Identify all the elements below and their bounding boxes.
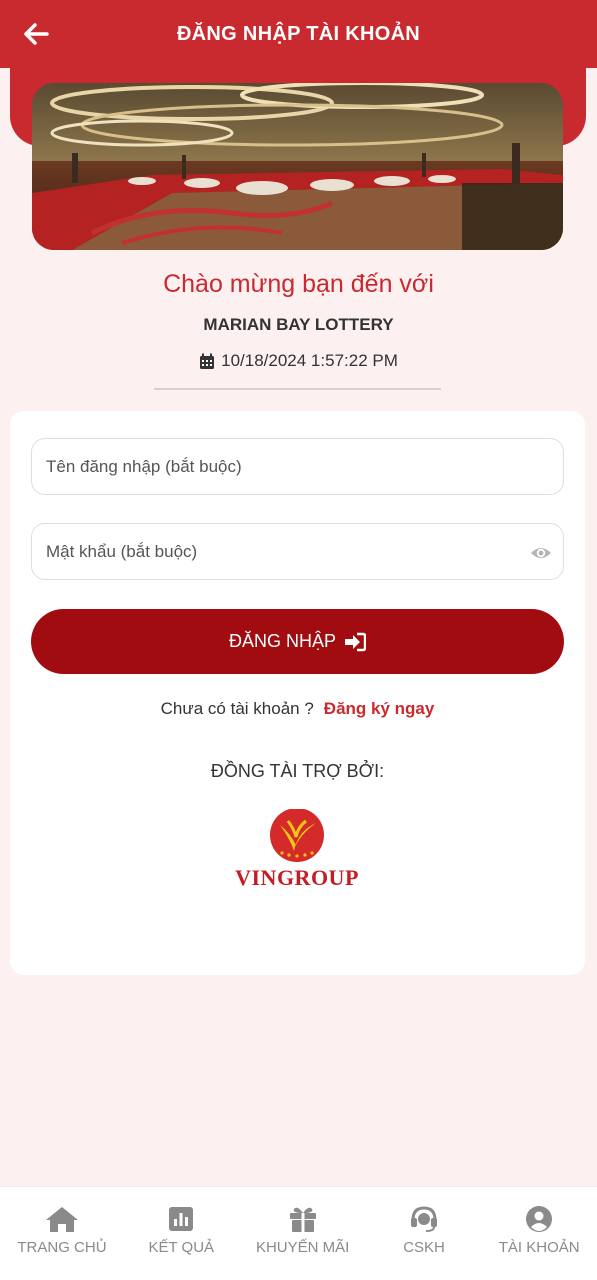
back-button[interactable]	[20, 20, 52, 48]
eye-icon[interactable]	[530, 542, 552, 564]
nav-support[interactable]: CSKH	[384, 1205, 464, 1256]
arrow-left-icon	[24, 23, 49, 45]
nav-home[interactable]: TRANG CHỦ	[17, 1205, 107, 1256]
banner-image	[32, 83, 563, 250]
username-input[interactable]	[46, 456, 516, 477]
datetime-row: 10/18/2024 1:57:22 PM	[0, 351, 597, 371]
chart-icon	[169, 1207, 194, 1231]
nav-label-account: TÀI KHOẢN	[498, 1239, 580, 1256]
register-row: Chưa có tài khoản ? Đăng ký ngay	[10, 699, 585, 719]
vingroup-logo: VINGROUP	[232, 808, 362, 890]
register-link[interactable]: Đăng ký ngay	[324, 699, 435, 718]
sponsor-title: ĐỒNG TÀI TRỢ BỞI:	[210, 761, 385, 781]
gift-icon	[289, 1207, 316, 1232]
page-title: ĐĂNG NHẬP TÀI KHOẢN	[176, 22, 421, 45]
login-button-label: ĐĂNG NHẬP	[228, 631, 336, 651]
calendar-icon	[200, 353, 215, 369]
current-datetime: 10/18/2024 1:57:22 PM	[221, 351, 398, 370]
password-input[interactable]	[46, 541, 516, 562]
nav-promotions[interactable]: KHUYẾN MÃI	[256, 1205, 349, 1256]
brand-name: MARIAN BAY LOTTERY	[203, 315, 394, 334]
welcome-greeting: Chào mừng bạn đến với	[163, 270, 434, 298]
bottom-nav: TRANG CHỦ KẾT QUẢ KHUYẾN MÃI CSKH TÀI KH…	[0, 1186, 597, 1280]
nav-label-results: KẾT QUẢ	[148, 1239, 215, 1256]
nav-label-support: CSKH	[403, 1239, 445, 1256]
sign-in-icon	[345, 632, 366, 651]
password-field-wrapper	[31, 523, 564, 580]
username-field-wrapper	[31, 438, 564, 495]
login-card: ĐĂNG NHẬP Chưa có tài khoản ? Đăng ký nga…	[10, 411, 585, 975]
app-header: ĐĂNG NHẬP TÀI KHOẢN	[0, 0, 597, 68]
login-button[interactable]: ĐĂNG NHẬP	[31, 609, 564, 674]
home-icon	[45, 1207, 78, 1232]
nav-label-promotions: KHUYẾN MÃI	[255, 1239, 350, 1256]
nav-label-home: TRANG CHỦ	[17, 1239, 107, 1256]
nav-account[interactable]: TÀI KHOẢN	[499, 1205, 580, 1256]
headset-icon	[411, 1206, 438, 1232]
svg-text:VINGROUP: VINGROUP	[235, 865, 359, 889]
user-icon	[526, 1206, 553, 1232]
divider	[154, 388, 441, 390]
no-account-text: Chưa có tài khoản ?	[160, 699, 314, 718]
nav-results[interactable]: KẾT QUẢ	[141, 1205, 221, 1256]
